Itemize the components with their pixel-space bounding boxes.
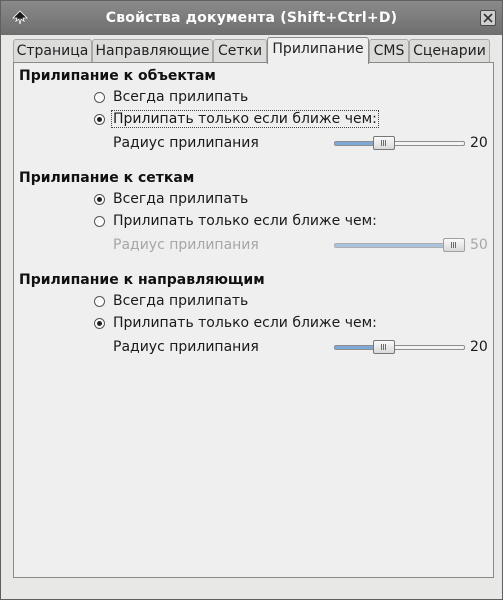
radio-label: Всегда прилипать <box>113 191 249 207</box>
section-title-grids: Прилипание к сеткам <box>19 170 195 186</box>
objects-radius-value: 20 <box>470 135 488 151</box>
radio-button[interactable] <box>94 92 105 103</box>
radio-button[interactable] <box>94 194 105 205</box>
slider-trough <box>334 141 465 146</box>
window-title: Свойства документа (Shift+Ctrl+D) <box>105 10 398 26</box>
section-title-guides: Прилипание к направляющим <box>19 272 265 288</box>
tab-snap[interactable]: Прилипание <box>267 37 369 64</box>
radio-button[interactable] <box>94 296 105 307</box>
slider-thumb[interactable] <box>373 136 395 150</box>
radio-label: Всегда прилипать <box>113 293 249 309</box>
close-icon <box>483 13 493 23</box>
slider-trough <box>334 345 465 350</box>
tab-scripts[interactable]: Сценарии <box>409 39 490 63</box>
dialog-body: Страница Направляющие Сетки Прилипание C… <box>6 35 497 595</box>
slider-thumb[interactable] <box>373 340 395 354</box>
guides-radius-slider[interactable] <box>334 340 465 354</box>
tab-panel-snap: Прилипание к объектам Всегда прилипать П… <box>13 62 494 578</box>
title-bar[interactable]: Свойства документа (Shift+Ctrl+D) <box>1 1 502 35</box>
document-properties-window: Свойства документа (Shift+Ctrl+D) Страни… <box>0 0 503 600</box>
tab-cms[interactable]: CMS <box>369 39 409 63</box>
radio-button[interactable] <box>94 114 105 125</box>
radio-button[interactable] <box>94 216 105 227</box>
tab-grids[interactable]: Сетки <box>213 39 267 63</box>
guides-radius-label: Радиус прилипания <box>113 339 259 355</box>
radio-label: Прилипать только если ближе чем: <box>111 110 379 128</box>
tab-guides[interactable]: Направляющие <box>92 39 213 63</box>
grids-radius-slider[interactable] <box>334 238 465 252</box>
radio-button[interactable] <box>94 318 105 329</box>
objects-radius-slider[interactable] <box>334 136 465 150</box>
grids-radius-value: 50 <box>470 237 488 253</box>
slider-thumb[interactable] <box>443 238 465 252</box>
section-title-objects: Прилипание к объектам <box>19 68 216 84</box>
grids-radius-label: Радиус прилипания <box>113 237 259 253</box>
radio-label: Прилипать только если ближе чем: <box>113 213 377 229</box>
radio-label: Прилипать только если ближе чем: <box>113 315 377 331</box>
tab-page[interactable]: Страница <box>13 39 92 63</box>
radio-label: Всегда прилипать <box>113 89 249 105</box>
guides-radius-value: 20 <box>470 339 488 355</box>
slider-fill <box>335 244 455 247</box>
close-button[interactable] <box>480 10 496 26</box>
objects-radius-label: Радиус прилипания <box>113 135 259 151</box>
